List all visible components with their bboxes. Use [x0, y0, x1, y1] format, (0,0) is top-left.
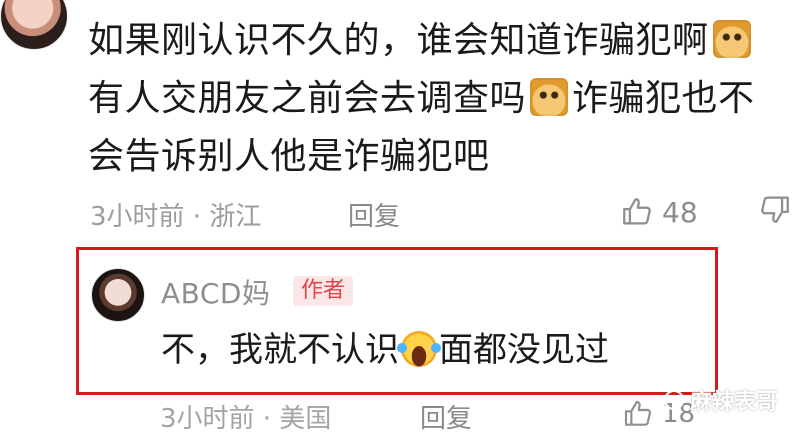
- reply-author-name[interactable]: ABCD妈: [161, 272, 270, 312]
- comment-line-3: 会告诉别人他是诈骗犯吧: [88, 136, 490, 177]
- watermark-icon: [664, 390, 684, 410]
- reply-highlight-box: ABCD妈 作者 不，我就不认识 面都没见过: [76, 247, 718, 395]
- watermark-text: 麻辣表哥: [690, 390, 779, 415]
- reply-button[interactable]: 回复: [420, 398, 472, 435]
- avatar[interactable]: [0, 0, 68, 50]
- comment-top: 如果刚认识不久的，谁会知道诈骗犯啊 有人交朋友之前会去调查吗 诈骗犯也不 会告诉别…: [0, 0, 798, 240]
- cat-emoji-icon: [712, 20, 751, 58]
- comment-time-location: 3小时前 · 浙江: [90, 202, 262, 232]
- cat-emoji-icon: [530, 78, 569, 116]
- avatar[interactable]: [91, 268, 145, 322]
- comment-meta: 3小时前 · 浙江 回复 48: [90, 192, 790, 236]
- comment-line-1: 如果刚认识不久的，谁会知道诈骗犯啊: [88, 12, 788, 70]
- watermark: 麻辣表哥: [664, 386, 779, 415]
- reply-button[interactable]: 回复: [348, 196, 400, 233]
- comment-line-2: 有人交朋友之前会去调查吗 诈骗犯也不: [88, 78, 755, 119]
- laughing-emoji-icon: [397, 331, 441, 367]
- thumb-up-icon: [622, 398, 654, 430]
- thumb-down-icon: [758, 192, 792, 226]
- dislike-button[interactable]: [758, 192, 792, 226]
- like-count: 48: [662, 195, 698, 229]
- reply-text: 不，我就不认识 面都没见过: [161, 330, 609, 370]
- like-button[interactable]: 48: [620, 192, 698, 232]
- reply-time-location: 3小时前 · 美国: [160, 404, 332, 434]
- comment-text: 如果刚认识不久的，谁会知道诈骗犯啊 有人交朋友之前会去调查吗 诈骗犯也不 会告诉别…: [88, 12, 788, 186]
- author-badge: 作者: [293, 276, 354, 306]
- thumb-up-icon: [620, 195, 654, 229]
